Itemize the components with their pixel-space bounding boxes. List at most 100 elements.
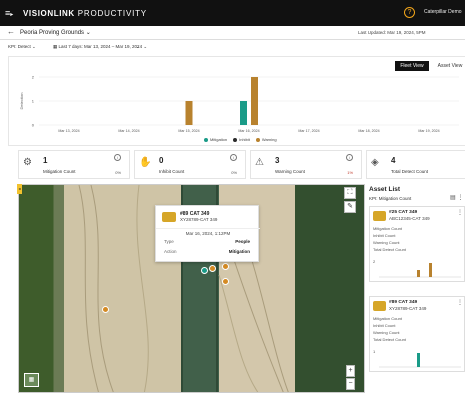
asset-metric-label: Warning Count bbox=[373, 330, 400, 335]
map-marker-warning[interactable] bbox=[222, 263, 229, 270]
list-options-icon[interactable]: ▤ ⋮ bbox=[450, 194, 463, 201]
popup-subtitle: XY28789-CAT 349 bbox=[180, 217, 218, 222]
bar-warning[interactable] bbox=[185, 101, 193, 125]
kpi-dropdown[interactable]: KPI: Detect ⌄ bbox=[8, 44, 36, 50]
side-tab-icon[interactable]: ◂ bbox=[17, 184, 22, 194]
hand-icon: ✋ bbox=[139, 157, 152, 168]
menu-icon[interactable]: ≡▸ bbox=[5, 8, 21, 18]
site-bar: ← Peoria Proving Grounds ⌄ Last Updated:… bbox=[0, 26, 465, 40]
legend-item[interactable]: Inhibit bbox=[233, 137, 250, 142]
map-marker-warning[interactable] bbox=[222, 278, 229, 285]
asset-metric-label: Warning Count bbox=[373, 240, 400, 245]
person-shield-icon: ⚙ bbox=[23, 157, 32, 168]
last-updated: Last Updated: Mar 19, 2024, 5PM bbox=[358, 30, 426, 35]
detection-bar-chart: 0 1 2 Detection Mar 13, 2024 Mar 14, 2024 Mar … bbox=[19, 75, 459, 133]
bar-mitigation[interactable] bbox=[240, 101, 247, 125]
map-marker-mitigation[interactable] bbox=[201, 267, 208, 274]
kebab-icon[interactable]: ⋮ bbox=[457, 209, 463, 216]
asset-metric-label: Mitigation Count bbox=[373, 226, 402, 231]
machine-thumbnail bbox=[162, 212, 176, 222]
fullscreen-icon[interactable]: ⛶ bbox=[344, 187, 356, 199]
asset-card[interactable]: #89 CAT 349 XY28789-CAT 349 ⋮ Mitigation… bbox=[369, 296, 465, 372]
mini-bar bbox=[417, 270, 420, 277]
card-value: 1 bbox=[43, 156, 48, 165]
site-map[interactable]: #89 CAT 349 XY28789-CAT 349 Mar 16, 2024… bbox=[18, 184, 365, 393]
layers-icon[interactable]: ▦ bbox=[24, 373, 39, 387]
x-tick-label: Mar 18, 2024 bbox=[358, 129, 379, 133]
legend-label: Inhibit bbox=[239, 137, 250, 142]
ruler-icon[interactable]: ✎ bbox=[344, 201, 356, 213]
legend-item[interactable]: Mitigation bbox=[204, 137, 227, 142]
kebab-icon[interactable]: ⋮ bbox=[457, 299, 463, 306]
y-tick-label: 1 bbox=[32, 99, 35, 104]
x-tick-label: Mar 14, 2024 bbox=[118, 129, 139, 133]
map-marker-warning[interactable] bbox=[102, 306, 109, 313]
asset-name: #25 CAT 349 bbox=[389, 210, 418, 215]
asset-id: ABC12345-CAT 349 bbox=[389, 216, 430, 221]
event-popup: #89 CAT 349 XY28789-CAT 349 Mar 16, 2024… bbox=[155, 205, 260, 262]
warning-icon: ⚠ bbox=[255, 157, 264, 168]
card-value: 3 bbox=[275, 156, 280, 165]
total-detect-count-card[interactable]: ◈ 4 Total Detect Count bbox=[366, 150, 465, 179]
machine-thumbnail bbox=[373, 301, 386, 311]
app-header: ≡▸ VISIONLINK PRODUCTIVITY ? Caterpillar … bbox=[0, 0, 465, 26]
inhibit-count-card[interactable]: ✋ 0 Inhibit Count 0% i bbox=[134, 150, 246, 179]
popup-type-value: People bbox=[235, 239, 250, 244]
info-icon[interactable]: i bbox=[230, 154, 237, 161]
asset-mini-chart bbox=[379, 353, 461, 368]
map-marker-warning[interactable] bbox=[209, 265, 216, 272]
asset-mini-chart bbox=[379, 263, 461, 278]
card-label: Total Detect Count bbox=[391, 169, 429, 174]
legend-swatch bbox=[233, 137, 238, 142]
brand-logo: VISIONLINK PRODUCTIVITY bbox=[23, 8, 147, 18]
card-percent: 1% bbox=[347, 170, 353, 175]
site-selector[interactable]: Peoria Proving Grounds ⌄ bbox=[20, 29, 91, 36]
asset-metric-label: Inhibit Count bbox=[373, 233, 396, 238]
asset-card[interactable]: #25 CAT 349 ABC12345-CAT 349 ⋮ Mitigatio… bbox=[369, 206, 465, 282]
info-icon[interactable]: i bbox=[114, 154, 121, 161]
asset-list-kpi[interactable]: KPI: Mitigation Count bbox=[369, 196, 411, 201]
mini-bar bbox=[417, 353, 420, 367]
zoom-in-button[interactable]: + bbox=[346, 365, 355, 377]
asset-list-panel: Asset List KPI: Mitigation Count ▤ ⋮ #25… bbox=[367, 184, 465, 393]
card-percent: 0% bbox=[231, 170, 237, 175]
account-menu[interactable]: Caterpillar Demo bbox=[424, 9, 462, 15]
popup-type-label: Type bbox=[164, 239, 174, 244]
back-arrow-icon[interactable]: ← bbox=[7, 27, 15, 36]
legend-item[interactable]: Warning bbox=[255, 137, 277, 142]
help-icon[interactable]: ? bbox=[404, 7, 415, 18]
card-percent: 0% bbox=[115, 170, 121, 175]
info-icon[interactable]: i bbox=[346, 154, 353, 161]
asset-id: XY28789-CAT 349 bbox=[389, 306, 427, 311]
asset-name: #89 CAT 349 bbox=[389, 300, 418, 305]
legend-label: Warning bbox=[261, 137, 277, 142]
y-tick-label: 2 bbox=[32, 75, 35, 80]
warning-count-card[interactable]: ⚠ 3 Warning Count 1% i bbox=[250, 150, 362, 179]
mitigation-count-card[interactable]: ⚙ 1 Mitigation Count 0% i bbox=[18, 150, 130, 179]
asset-metric-label: Total Detect Count bbox=[373, 247, 406, 252]
legend-label: Mitigation bbox=[210, 137, 228, 142]
asset-metric-label: Mitigation Count bbox=[373, 316, 402, 321]
card-label: Inhibit Count bbox=[159, 169, 185, 174]
extra-filter-dropdown[interactable]: ⌄ bbox=[136, 44, 140, 50]
date-range-dropdown[interactable]: ▦ Last 7 days: Mar 13, 2024 – Mar 19, 20… bbox=[53, 44, 147, 50]
card-label: Warning Count bbox=[275, 169, 305, 174]
mini-bar bbox=[429, 263, 432, 277]
detect-icon: ◈ bbox=[371, 157, 379, 168]
asset-metric-label: Inhibit Count bbox=[373, 323, 396, 328]
y-axis-label: Detection bbox=[19, 93, 24, 110]
bar-warning[interactable] bbox=[251, 77, 258, 125]
legend-swatch bbox=[204, 137, 208, 142]
x-tick-label: Mar 15, 2024 bbox=[178, 129, 199, 133]
asset-list-title: Asset List bbox=[369, 186, 401, 193]
card-value: 4 bbox=[391, 156, 396, 165]
card-label: Mitigation Count bbox=[43, 169, 76, 174]
zoom-out-button[interactable]: − bbox=[346, 378, 355, 390]
detection-chart-panel: Fleet View Asset View 0 1 2 Detection Mar 13… bbox=[8, 56, 465, 146]
x-tick-label: Mar 17, 2024 bbox=[298, 129, 319, 133]
legend-swatch bbox=[255, 137, 260, 142]
chart-legend: Mitigation Inhibit Warning bbox=[204, 137, 283, 142]
y-tick-label: 0 bbox=[32, 123, 35, 128]
popup-timestamp: Mar 16, 2024, 1:12PM bbox=[156, 228, 260, 236]
machine-thumbnail bbox=[373, 211, 386, 221]
